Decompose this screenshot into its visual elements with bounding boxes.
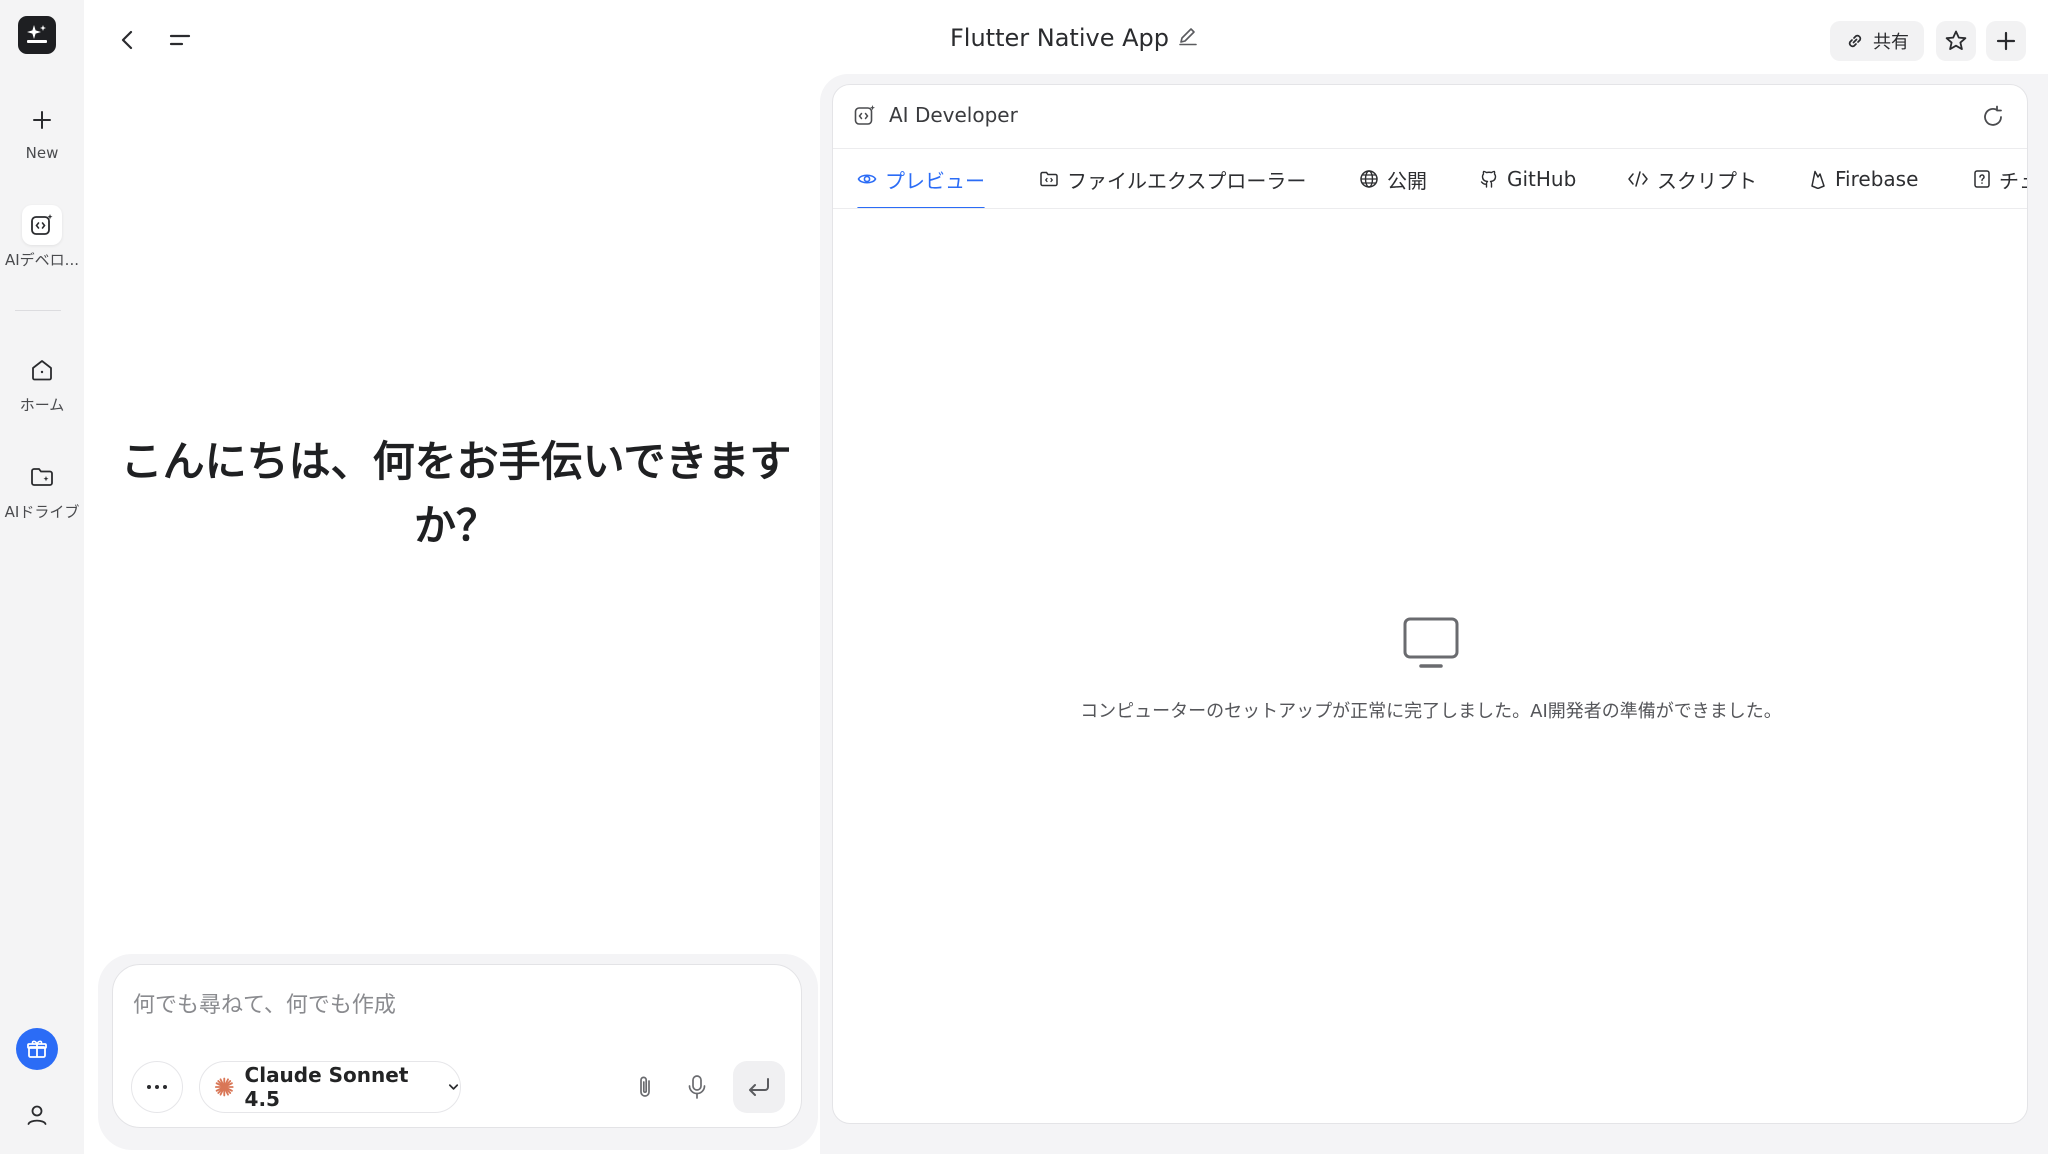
tab-label: GitHub — [1507, 167, 1577, 191]
sidebar-item-label: New — [25, 144, 59, 162]
refresh-icon — [1984, 105, 2002, 126]
app-logo[interactable] — [18, 16, 56, 54]
attach-button[interactable] — [625, 1067, 665, 1107]
panel-tabs: プレビュー ファイルエクスプローラー 公開 GitHub スクリプト Fireb… — [833, 149, 2027, 209]
preview-empty-state: コンピューターのセットアップが正常に完了しました。AI開発者の準備ができました。 — [833, 615, 2027, 723]
sidebar-divider — [15, 310, 61, 311]
sidebar-item-label: ホーム — [19, 396, 65, 414]
tab-label: 公開 — [1387, 168, 1427, 193]
favorite-button[interactable] — [1936, 21, 1976, 61]
account-button[interactable] — [20, 1098, 54, 1132]
sidebar-item-home[interactable]: ホーム — [0, 350, 84, 415]
top-bar: Flutter Native App 共有 — [84, 0, 2048, 82]
code-icon — [1628, 171, 1648, 187]
menu-icon — [169, 34, 191, 46]
link-icon — [1848, 34, 1862, 48]
new-project-button[interactable] — [1986, 21, 2026, 61]
back-button[interactable] — [110, 22, 146, 58]
refresh-button[interactable] — [1975, 99, 2011, 135]
sparkle-logo-icon — [27, 25, 47, 43]
user-icon — [27, 1105, 47, 1125]
chat-input-box: Claude Sonnet 4.5 — [112, 964, 802, 1128]
code-sparkle-icon — [854, 105, 875, 125]
panel-title: AI Developer — [889, 103, 1018, 127]
tab-label: Firebase — [1835, 167, 1919, 191]
claude-logo-icon — [214, 1077, 234, 1097]
share-button[interactable]: 共有 — [1830, 21, 1924, 61]
sidebar-item-label: AIドライブ — [4, 503, 80, 521]
project-title: Flutter Native App — [950, 24, 1199, 52]
tab-label: ファイルエクスプローラー — [1067, 168, 1307, 193]
code-sparkle-icon — [22, 205, 62, 245]
sidebar-item-ai-developer[interactable]: AIデベロ... — [0, 205, 84, 270]
send-button[interactable] — [733, 1061, 785, 1113]
sidebar-item-ai-drive[interactable]: AIドライブ — [0, 457, 84, 522]
greeting-heading: こんにちは、何をお手伝いできますか？ — [120, 437, 792, 550]
edit-title-button[interactable] — [1177, 25, 1199, 51]
eye-icon — [857, 174, 877, 184]
voice-input-button[interactable] — [677, 1067, 717, 1107]
ellipsis-icon — [147, 1085, 167, 1089]
firebase-icon — [1811, 170, 1825, 189]
home-icon — [22, 350, 62, 390]
monitor-icon — [1403, 617, 1459, 668]
help-icon — [1974, 170, 1990, 188]
panel-title-group: AI Developer — [853, 103, 1018, 127]
sidebar-item-label: AIデベロ... — [5, 251, 79, 269]
sidebar: New AIデベロ... ホーム AIドライブ — [0, 0, 84, 1154]
app-root: New AIデベロ... ホーム AIドライブ Flutter Native A… — [0, 0, 2048, 1154]
chat-input[interactable] — [133, 985, 773, 1025]
tab-tutorial[interactable]: チュ — [1973, 149, 2027, 208]
chevron-down-icon — [448, 1084, 459, 1090]
more-options-button[interactable] — [131, 1061, 183, 1113]
share-button-label: 共有 — [1873, 32, 1909, 53]
enter-arrow-icon — [749, 1078, 769, 1096]
sidebar-item-new[interactable]: New — [0, 100, 84, 162]
folder-sparkle-icon — [22, 457, 62, 497]
plus-icon — [1996, 31, 2016, 51]
microphone-icon — [688, 1075, 706, 1099]
tab-scripts[interactable]: スクリプト — [1627, 149, 1757, 208]
panel-header: AI Developer — [833, 85, 2027, 149]
paperclip-icon — [640, 1076, 650, 1097]
folder-icon — [1040, 171, 1058, 187]
pencil-icon — [1179, 28, 1197, 46]
menu-button[interactable] — [162, 22, 198, 58]
chevron-left-icon — [121, 30, 133, 50]
ai-developer-panel: AI Developer プレビュー ファイルエクスプローラー 公開 GitHu… — [832, 84, 2028, 1124]
github-icon — [1480, 170, 1497, 188]
tab-label: スクリプト — [1657, 168, 1757, 193]
project-title-text: Flutter Native App — [950, 24, 1169, 52]
tab-publish[interactable]: 公開 — [1359, 149, 1427, 208]
model-selector-label: Claude Sonnet 4.5 — [244, 1063, 409, 1111]
star-icon — [1945, 30, 1967, 50]
plus-icon — [22, 100, 62, 140]
gift-button[interactable] — [16, 1028, 58, 1070]
tab-firebase[interactable]: Firebase — [1809, 149, 1919, 208]
gift-icon — [27, 1040, 47, 1058]
tab-github[interactable]: GitHub — [1479, 149, 1577, 208]
tab-label: プレビュー — [885, 168, 985, 193]
tab-label: チュ — [1999, 168, 2027, 193]
tab-file-explorer[interactable]: ファイルエクスプローラー — [1039, 149, 1307, 208]
preview-status-message: コンピューターのセットアップが正常に完了しました。AI開発者の準備ができました。 — [1080, 701, 1782, 722]
model-selector[interactable]: Claude Sonnet 4.5 — [199, 1061, 461, 1113]
globe-icon — [1360, 170, 1378, 188]
tab-preview[interactable]: プレビュー — [857, 149, 985, 208]
